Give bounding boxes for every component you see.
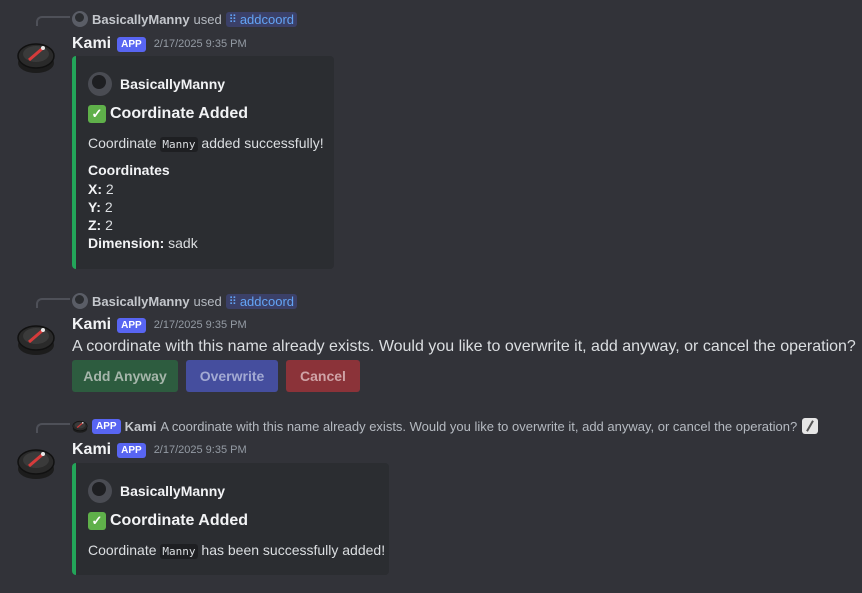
field-label: Z: bbox=[88, 217, 102, 233]
desc-prefix: Coordinate bbox=[88, 542, 157, 558]
slash-command[interactable]: ⠿ addcoord bbox=[225, 293, 298, 309]
author-name[interactable]: Kami bbox=[72, 316, 111, 334]
field-x: X: 2 bbox=[88, 181, 114, 197]
embed: BasicallyManny ✓ Coordinate Added Coordi… bbox=[72, 56, 334, 269]
embed-title-text: Coordinate Added bbox=[110, 105, 249, 122]
field-value: 2 bbox=[105, 181, 114, 197]
reply-username[interactable]: Kami bbox=[125, 419, 157, 434]
embed-author-name: BasicallyManny bbox=[120, 76, 226, 92]
field-value: 2 bbox=[104, 199, 113, 215]
command-icon: ⠿ bbox=[228, 295, 237, 308]
overwrite-button[interactable]: Overwrite bbox=[186, 360, 278, 392]
author-name[interactable]: Kami bbox=[72, 35, 111, 53]
author-name[interactable]: Kami bbox=[72, 441, 111, 459]
embed-author: BasicallyManny bbox=[88, 479, 225, 503]
embed-author-avatar-icon bbox=[88, 72, 112, 96]
field-dimension: Dimension: sadk bbox=[88, 235, 198, 251]
field-label: Y: bbox=[88, 199, 101, 215]
timestamp[interactable]: 2/17/2025 9:35 PM bbox=[154, 444, 247, 456]
coordinate-name-code: Manny bbox=[160, 544, 198, 559]
message-content: A coordinate with this name already exis… bbox=[72, 338, 856, 355]
desc-prefix: Coordinate bbox=[88, 135, 157, 151]
coordinate-name-code: Manny bbox=[160, 137, 198, 152]
embed-description: Coordinate Manny added successfully! bbox=[88, 135, 324, 152]
reply-used-text: used bbox=[193, 11, 222, 27]
field-value: 2 bbox=[105, 217, 113, 233]
reply-spine bbox=[36, 423, 70, 433]
field-y: Y: 2 bbox=[88, 199, 113, 215]
bot-avatar[interactable] bbox=[16, 318, 56, 358]
check-mark-icon: ✓ bbox=[88, 512, 106, 530]
reply-line: BasicallyManny used ⠿ addcoord bbox=[72, 10, 298, 28]
field-label: Dimension: bbox=[88, 235, 165, 251]
embed-title: ✓ Coordinate Added bbox=[88, 512, 248, 530]
slash-command[interactable]: ⠿ addcoord bbox=[225, 11, 298, 27]
field-value: sadk bbox=[168, 235, 198, 251]
reply-username[interactable]: BasicallyManny bbox=[92, 294, 190, 309]
add-anyway-button[interactable]: Add Anyway bbox=[72, 360, 178, 392]
reply-spine bbox=[36, 298, 70, 308]
user-avatar-icon[interactable] bbox=[72, 293, 88, 309]
message-header: Kami APP 2/17/2025 9:35 PM bbox=[72, 440, 247, 460]
reply-spine bbox=[36, 16, 70, 26]
reply-preview-text: A coordinate with this name already exis… bbox=[160, 418, 798, 434]
check-mark-icon: ✓ bbox=[88, 105, 106, 123]
reply-username[interactable]: BasicallyManny bbox=[92, 12, 190, 27]
desc-suffix: added successfully! bbox=[201, 135, 324, 151]
command-icon: ⠿ bbox=[228, 13, 237, 26]
timestamp[interactable]: 2/17/2025 9:35 PM bbox=[154, 319, 247, 331]
message-header: Kami APP 2/17/2025 9:35 PM bbox=[72, 315, 247, 335]
app-badge: APP bbox=[117, 317, 146, 333]
embed-author: BasicallyManny bbox=[88, 72, 225, 96]
embed-author-avatar-icon bbox=[88, 479, 112, 503]
embed: BasicallyManny ✓ Coordinate Added Coordi… bbox=[72, 463, 389, 575]
reply-line[interactable]: APP Kami A coordinate with this name alr… bbox=[72, 417, 819, 435]
timestamp[interactable]: 2/17/2025 9:35 PM bbox=[154, 38, 247, 50]
command-name: addcoord bbox=[239, 11, 295, 27]
reply-line: BasicallyManny used ⠿ addcoord bbox=[72, 292, 298, 310]
embed-title-text: Coordinate Added bbox=[110, 512, 249, 529]
reply-used-text: used bbox=[193, 293, 222, 309]
field-z: Z: 2 bbox=[88, 217, 113, 233]
app-badge: APP bbox=[92, 418, 121, 434]
user-avatar-icon[interactable] bbox=[72, 11, 88, 27]
embed-title: ✓ Coordinate Added bbox=[88, 105, 248, 123]
app-badge: APP bbox=[117, 442, 146, 458]
field-label: X: bbox=[88, 181, 102, 197]
edit-icon bbox=[802, 418, 819, 434]
embed-author-name: BasicallyManny bbox=[120, 483, 226, 499]
app-badge: APP bbox=[117, 36, 146, 52]
embed-description: Coordinate Manny has been successfully a… bbox=[88, 542, 386, 559]
command-name: addcoord bbox=[239, 293, 295, 309]
bot-mini-avatar-icon bbox=[72, 420, 88, 434]
bot-avatar[interactable] bbox=[16, 36, 56, 76]
field-name: Coordinates bbox=[88, 162, 170, 178]
cancel-button[interactable]: Cancel bbox=[286, 360, 360, 392]
message-header: Kami APP 2/17/2025 9:35 PM bbox=[72, 34, 247, 54]
desc-suffix: has been successfully added! bbox=[201, 542, 386, 558]
bot-avatar[interactable] bbox=[16, 442, 56, 482]
